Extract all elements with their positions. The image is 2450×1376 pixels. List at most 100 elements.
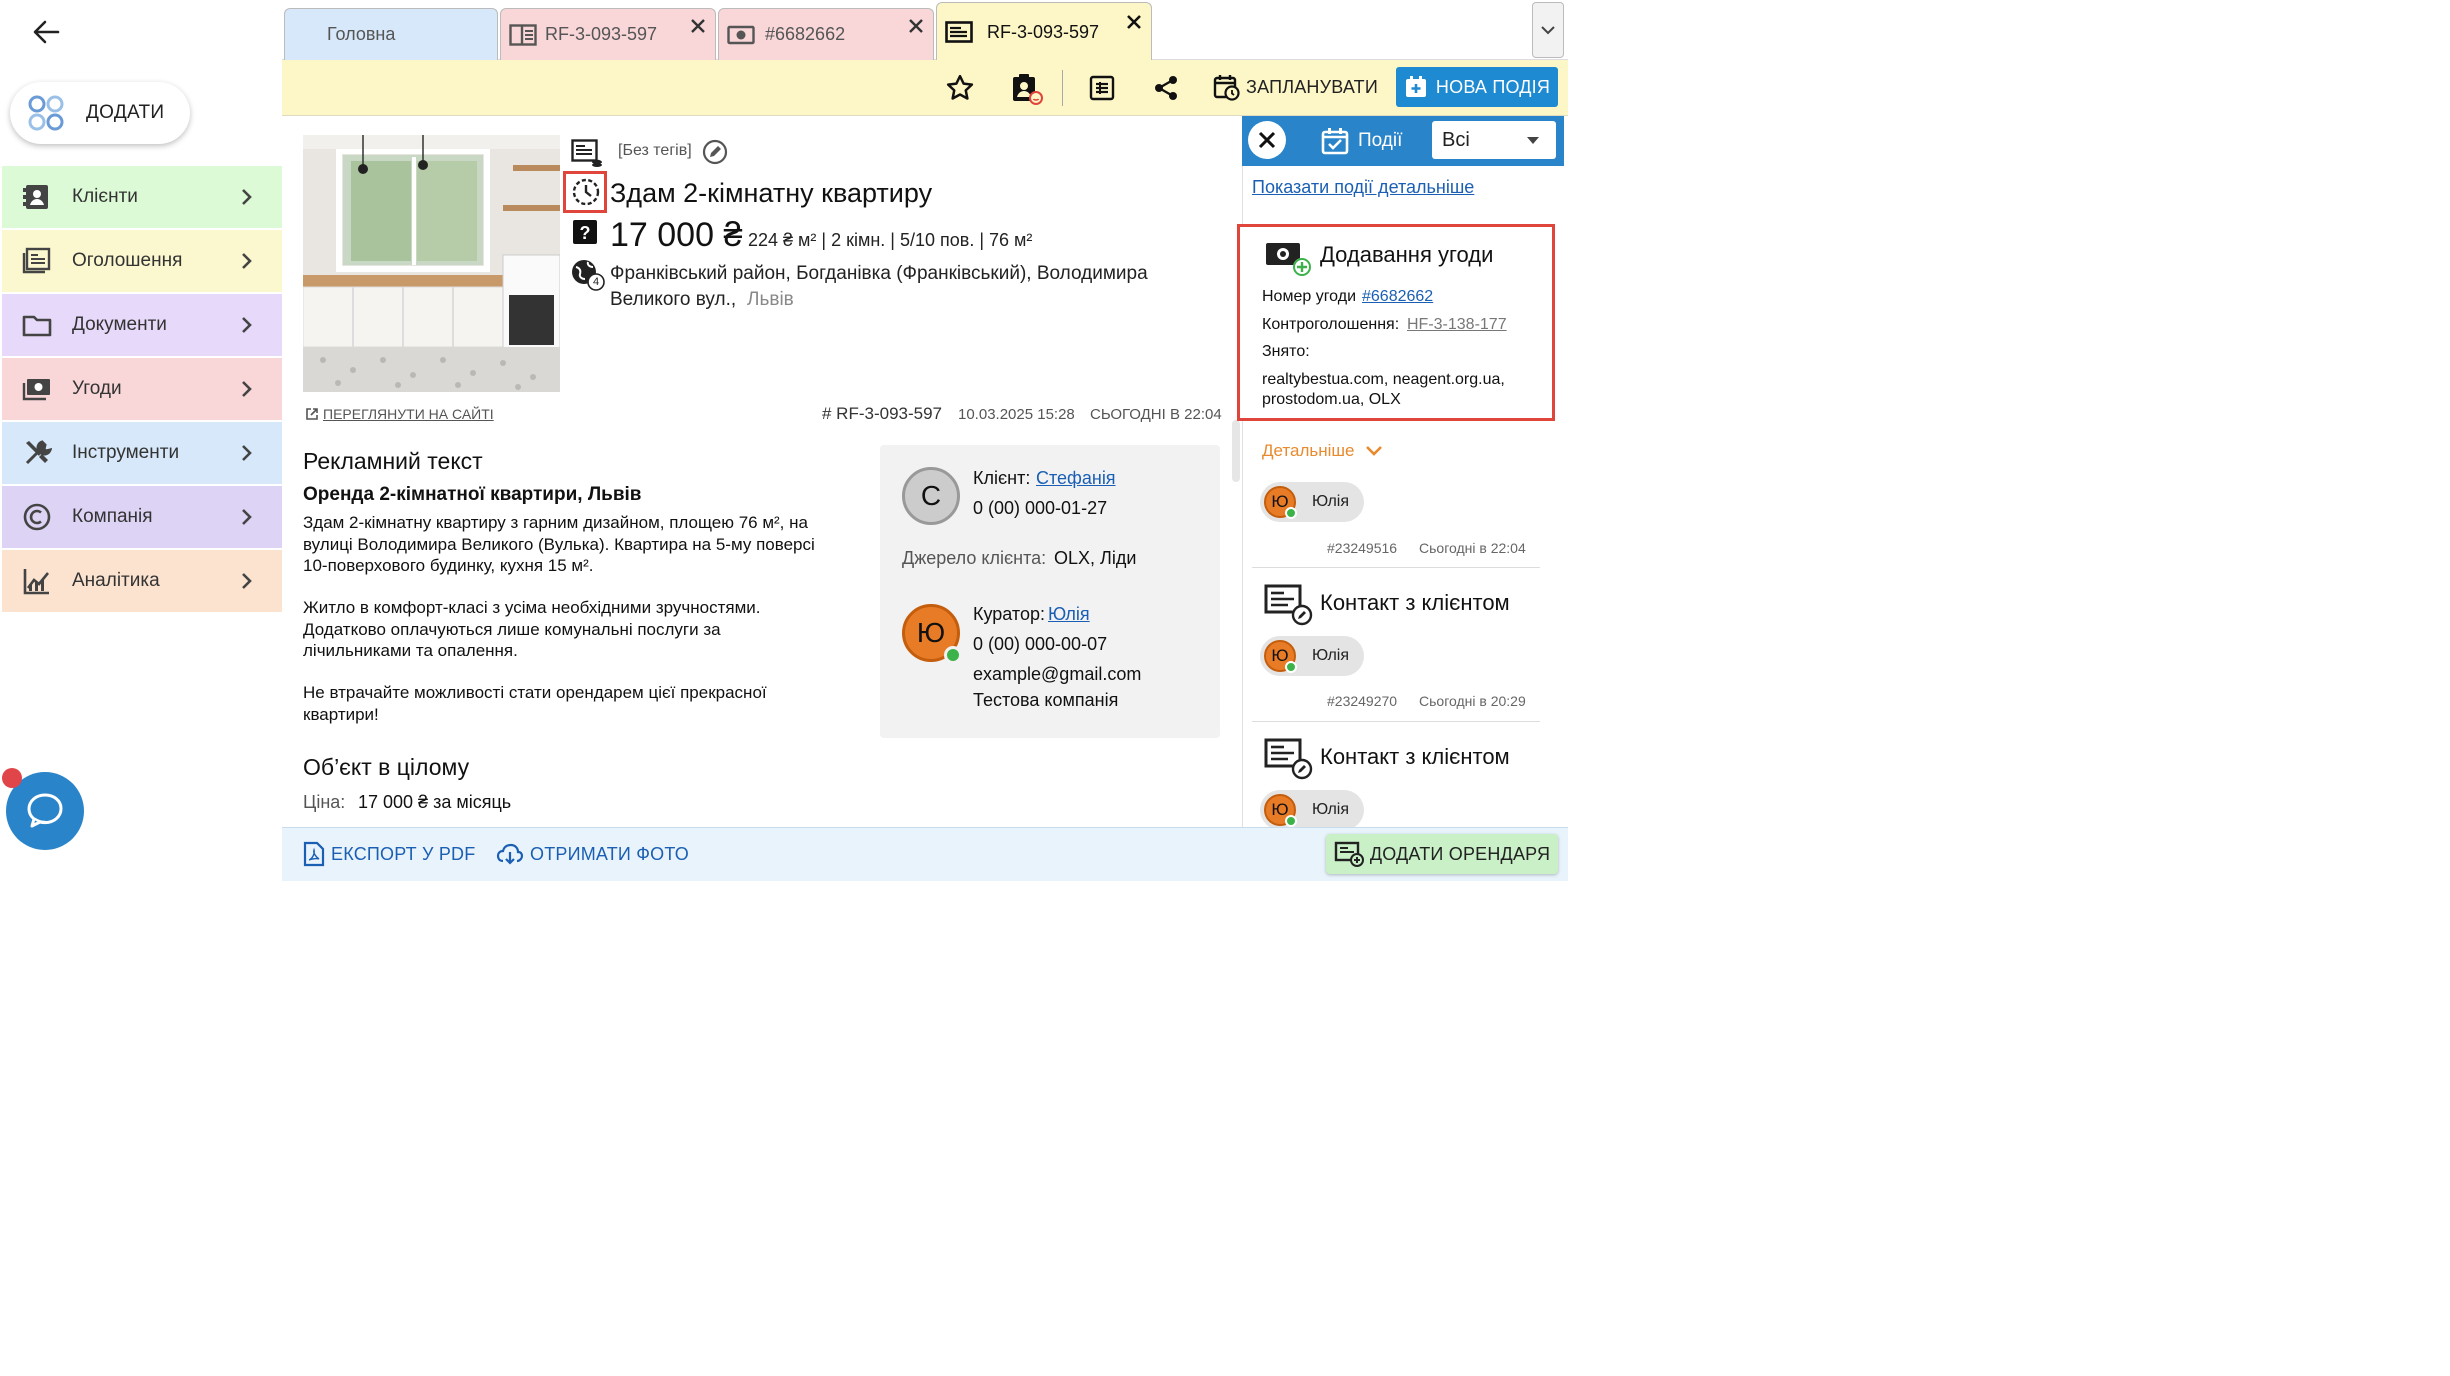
- tags-text: [Без тегів]: [618, 142, 692, 159]
- add-button[interactable]: ДОДАТИ: [10, 82, 190, 144]
- share-icon[interactable]: [1146, 68, 1186, 108]
- online-status-dot: [944, 646, 962, 664]
- sidebar-item-analytics[interactable]: Аналітика: [2, 550, 282, 612]
- event-id: #23249270: [1327, 693, 1398, 709]
- tab-listing[interactable]: RF-3-093-597: [500, 8, 716, 60]
- clients-icon: [22, 182, 52, 212]
- curator-label: Куратор:: [973, 604, 1045, 624]
- table-icon[interactable]: [1082, 68, 1122, 108]
- favorite-star-icon[interactable]: [940, 68, 980, 108]
- back-arrow-icon[interactable]: [28, 14, 64, 50]
- listing-title: Здам 2-кімнатну квартиру: [610, 178, 933, 208]
- sidebar-item-deals[interactable]: Угоди: [2, 358, 282, 420]
- sidebar-item-label: Компанія: [72, 506, 153, 527]
- close-tab-icon[interactable]: [1125, 13, 1143, 31]
- ad-text-line: Житло в комфорт-класі з усіма необхідним…: [303, 598, 761, 617]
- user-avatar: Ю: [1264, 794, 1297, 827]
- chevron-down-icon: [1541, 26, 1555, 35]
- tab-deal[interactable]: #6682662: [718, 8, 934, 60]
- listing-created: 10.03.2025 15:28: [958, 406, 1075, 423]
- get-photo-button[interactable]: ОТРИМАТИ ФОТО: [496, 838, 689, 870]
- listing-photo[interactable]: [303, 135, 560, 392]
- add-tenant-button[interactable]: ДОДАТИ ОРЕНДАРЯ: [1326, 834, 1558, 874]
- counter-listing-link[interactable]: HF-3-138-177: [1407, 316, 1507, 334]
- user-name: Юлія: [1312, 493, 1349, 510]
- close-tab-icon[interactable]: [907, 17, 925, 35]
- question-icon[interactable]: ?: [573, 220, 597, 244]
- sidebar-item-company[interactable]: Компанія: [2, 486, 282, 548]
- client-avatar: С: [902, 467, 960, 525]
- client-name-link[interactable]: Стефанія: [1036, 468, 1116, 489]
- tab-home[interactable]: Головна: [284, 8, 498, 60]
- curator-company: Тестова компанія: [973, 690, 1119, 710]
- history-clock-icon: [572, 178, 600, 206]
- events-scrollbar[interactable]: [1232, 420, 1240, 482]
- show-events-details-link[interactable]: Показати події детальніше: [1252, 177, 1474, 198]
- export-pdf-button[interactable]: ЕКСПОРТ У PDF: [303, 838, 475, 870]
- event-user-chip[interactable]: Ю Юлія: [1260, 790, 1364, 830]
- close-icon: [1258, 131, 1276, 149]
- sidebar-item-clients[interactable]: Клієнти: [2, 166, 282, 228]
- edit-tags-icon[interactable]: [702, 139, 728, 165]
- deals-icon: [22, 374, 52, 404]
- close-tab-icon[interactable]: [689, 17, 707, 35]
- sidebar-item-label: Оголошення: [72, 250, 183, 271]
- clipboard-user-icon[interactable]: [1006, 68, 1046, 108]
- event-title: Контакт з клієнтом: [1320, 744, 1510, 769]
- curator-name-link[interactable]: Юлія: [1048, 604, 1090, 625]
- schedule-button[interactable]: ЗАПЛАНУВАТИ: [1212, 66, 1378, 108]
- pdf-file-icon: [303, 841, 325, 867]
- listings-icon: [22, 246, 52, 276]
- history-highlight[interactable]: [563, 171, 607, 213]
- event-user-chip[interactable]: Ю Юлія: [1260, 636, 1364, 676]
- view-on-site-link[interactable]: ПЕРЕГЛЯНУТИ НА САЙТІ: [305, 405, 494, 423]
- deal-number-label: Номер угоди: [1262, 288, 1356, 305]
- deal-number-link[interactable]: #6682662: [1362, 288, 1433, 306]
- removed-sites-line-1: realtybestua.com, neagent.org.ua,: [1262, 371, 1505, 388]
- tab-label: Головна: [327, 24, 396, 44]
- more-details-toggle[interactable]: Детальніше: [1262, 440, 1383, 462]
- contact-client-icon: [1264, 584, 1314, 626]
- user-name: Юлія: [1312, 801, 1349, 818]
- company-icon: [22, 502, 52, 532]
- globe-badge-count: 4: [592, 276, 600, 288]
- close-panel-button[interactable]: [1248, 121, 1286, 159]
- add-molecule-icon: [26, 93, 66, 133]
- chevron-down-icon: [1365, 446, 1382, 456]
- object-price-label: Ціна:: [303, 792, 346, 812]
- tabs-overflow-button[interactable]: [1532, 2, 1564, 58]
- contact-client-icon: [1264, 738, 1314, 780]
- curator-phone[interactable]: 0 (00) 000-00-07: [973, 634, 1107, 655]
- sidebar-item-label: Угоди: [72, 378, 122, 399]
- get-photo-label: ОТРИМАТИ ФОТО: [530, 843, 689, 864]
- listing-updated: СЬОГОДНІ В 22:04: [1090, 406, 1222, 423]
- more-details-label: Детальніше: [1262, 441, 1355, 460]
- new-event-button[interactable]: НОВА ПОДІЯ: [1396, 67, 1558, 107]
- ad-heading: Рекламний текст: [303, 448, 483, 474]
- add-button-label: ДОДАТИ: [86, 102, 165, 123]
- svg-text:?: ?: [580, 223, 591, 243]
- deal-event-title: Додавання угоди: [1320, 242, 1494, 267]
- sidebar-item-label: Документи: [72, 314, 167, 335]
- chevron-right-icon: [240, 443, 254, 463]
- event-user-chip[interactable]: Ю Юлія: [1260, 482, 1364, 522]
- listing-specs: 224 ₴ м² | 2 кімн. | 5/10 пов. | 76 м²: [748, 230, 1033, 250]
- events-filter-select[interactable]: Всі: [1432, 121, 1556, 159]
- schedule-label: ЗАПЛАНУВАТИ: [1246, 76, 1379, 97]
- online-status-dot: [1285, 815, 1297, 827]
- tab-listing-active[interactable]: RF-3-093-597: [936, 2, 1152, 61]
- listing-card-icon: [509, 23, 537, 46]
- sidebar-item-tools[interactable]: Інструменти: [2, 422, 282, 484]
- chevron-right-icon: [240, 251, 254, 271]
- removed-sites-line-2: prostodom.ua, OLX: [1262, 391, 1401, 408]
- event-divider: [1252, 567, 1540, 568]
- sidebar-item-documents[interactable]: Документи: [2, 294, 282, 356]
- view-on-site-label: ПЕРЕГЛЯНУТИ НА САЙТІ: [323, 406, 494, 422]
- client-phone[interactable]: 0 (00) 000-01-27: [973, 498, 1107, 519]
- ad-text-line: лічильниками та опалення.: [303, 641, 518, 660]
- events-toggle-button[interactable]: Події: [1320, 124, 1402, 158]
- curator-email[interactable]: example@gmail.com: [973, 664, 1141, 685]
- sidebar-item-listings[interactable]: Оголошення: [2, 230, 282, 292]
- chat-bubble-icon: [27, 793, 63, 828]
- listing-price: 17 000 ₴: [610, 216, 743, 254]
